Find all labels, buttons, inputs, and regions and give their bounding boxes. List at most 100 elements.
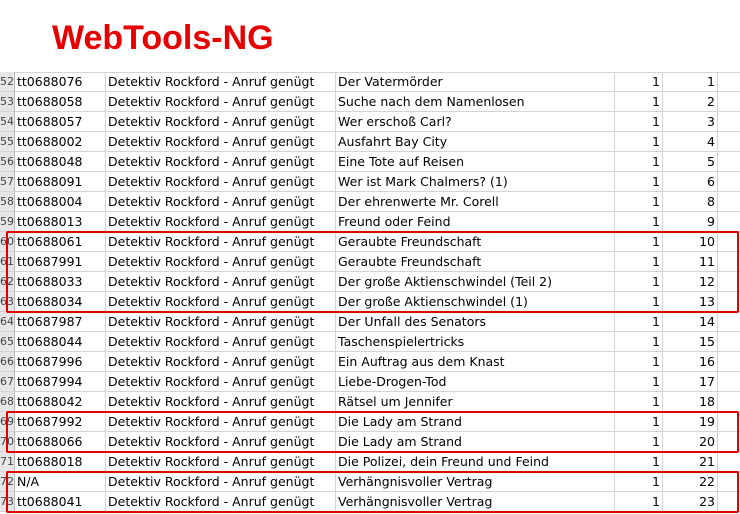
episode-number-cell[interactable]: 14 [663, 312, 718, 332]
episode-title-cell[interactable]: Wer erschoß Carl? [336, 112, 615, 132]
episode-number-cell[interactable]: 12 [663, 272, 718, 292]
episode-title-cell[interactable]: Verhängnisvoller Vertrag [336, 472, 615, 492]
episode-number-cell[interactable]: 8 [663, 192, 718, 212]
episode-number-cell[interactable]: 2 [663, 92, 718, 112]
season-cell[interactable]: 1 [615, 352, 663, 372]
empty-cell[interactable] [718, 252, 740, 272]
episode-title-cell[interactable]: Der Vatermörder [336, 72, 615, 92]
episode-title-cell[interactable]: Die Lady am Strand [336, 432, 615, 452]
season-cell[interactable]: 1 [615, 332, 663, 352]
imdb-id-cell[interactable]: tt0687987 [15, 312, 106, 332]
empty-cell[interactable] [718, 272, 740, 292]
row-number-cell[interactable]: 69 [0, 412, 15, 432]
series-title-cell[interactable]: Detektiv Rockford - Anruf genügt [106, 272, 336, 292]
series-title-cell[interactable]: Detektiv Rockford - Anruf genügt [106, 112, 336, 132]
imdb-id-cell[interactable]: tt0688033 [15, 272, 106, 292]
episode-title-cell[interactable]: Verhängnisvoller Vertrag [336, 492, 615, 512]
empty-cell[interactable] [718, 372, 740, 392]
empty-cell[interactable] [718, 492, 740, 512]
imdb-id-cell[interactable]: tt0688048 [15, 152, 106, 172]
series-title-cell[interactable]: Detektiv Rockford - Anruf genügt [106, 292, 336, 312]
series-title-cell[interactable]: Detektiv Rockford - Anruf genügt [106, 152, 336, 172]
season-cell[interactable]: 1 [615, 452, 663, 472]
imdb-id-cell[interactable]: tt0687994 [15, 372, 106, 392]
empty-cell[interactable] [718, 152, 740, 172]
season-cell[interactable]: 1 [615, 412, 663, 432]
imdb-id-cell[interactable]: tt0688018 [15, 452, 106, 472]
episode-number-cell[interactable]: 6 [663, 172, 718, 192]
imdb-id-cell[interactable]: tt0688034 [15, 292, 106, 312]
empty-cell[interactable] [718, 352, 740, 372]
season-cell[interactable]: 1 [615, 212, 663, 232]
season-cell[interactable]: 1 [615, 192, 663, 212]
empty-cell[interactable] [718, 112, 740, 132]
series-title-cell[interactable]: Detektiv Rockford - Anruf genügt [106, 132, 336, 152]
episode-title-cell[interactable]: Der große Aktienschwindel (1) [336, 292, 615, 312]
season-cell[interactable]: 1 [615, 292, 663, 312]
series-title-cell[interactable]: Detektiv Rockford - Anruf genügt [106, 392, 336, 412]
imdb-id-cell[interactable]: tt0687996 [15, 352, 106, 372]
episode-title-cell[interactable]: Der große Aktienschwindel (Teil 2) [336, 272, 615, 292]
imdb-id-cell[interactable]: tt0687991 [15, 252, 106, 272]
imdb-id-cell[interactable]: tt0688066 [15, 432, 106, 452]
imdb-id-cell[interactable]: tt0688041 [15, 492, 106, 512]
episode-title-cell[interactable]: Die Polizei, dein Freund und Feind [336, 452, 615, 472]
episode-number-cell[interactable]: 15 [663, 332, 718, 352]
empty-cell[interactable] [718, 92, 740, 112]
series-title-cell[interactable]: Detektiv Rockford - Anruf genügt [106, 412, 336, 432]
row-number-cell[interactable]: 66 [0, 352, 15, 372]
episode-title-cell[interactable]: Ein Auftrag aus dem Knast [336, 352, 615, 372]
episode-number-cell[interactable]: 20 [663, 432, 718, 452]
empty-cell[interactable] [718, 72, 740, 92]
empty-cell[interactable] [718, 212, 740, 232]
row-number-cell[interactable]: 71 [0, 452, 15, 472]
season-cell[interactable]: 1 [615, 472, 663, 492]
imdb-id-cell[interactable]: N/A [15, 472, 106, 492]
episode-title-cell[interactable]: Wer ist Mark Chalmers? (1) [336, 172, 615, 192]
series-title-cell[interactable]: Detektiv Rockford - Anruf genügt [106, 452, 336, 472]
series-title-cell[interactable]: Detektiv Rockford - Anruf genügt [106, 472, 336, 492]
row-number-cell[interactable]: 73 [0, 492, 15, 512]
episode-title-cell[interactable]: Ausfahrt Bay City [336, 132, 615, 152]
row-number-cell[interactable]: 59 [0, 212, 15, 232]
imdb-id-cell[interactable]: tt0688057 [15, 112, 106, 132]
imdb-id-cell[interactable]: tt0688004 [15, 192, 106, 212]
episode-number-cell[interactable]: 10 [663, 232, 718, 252]
episode-title-cell[interactable]: Rätsel um Jennifer [336, 392, 615, 412]
row-number-cell[interactable]: 56 [0, 152, 15, 172]
series-title-cell[interactable]: Detektiv Rockford - Anruf genügt [106, 432, 336, 452]
imdb-id-cell[interactable]: tt0688042 [15, 392, 106, 412]
episode-number-cell[interactable]: 4 [663, 132, 718, 152]
imdb-id-cell[interactable]: tt0688076 [15, 72, 106, 92]
imdb-id-cell[interactable]: tt0688002 [15, 132, 106, 152]
season-cell[interactable]: 1 [615, 172, 663, 192]
row-number-cell[interactable]: 64 [0, 312, 15, 332]
series-title-cell[interactable]: Detektiv Rockford - Anruf genügt [106, 192, 336, 212]
row-number-cell[interactable]: 54 [0, 112, 15, 132]
series-title-cell[interactable]: Detektiv Rockford - Anruf genügt [106, 72, 336, 92]
season-cell[interactable]: 1 [615, 232, 663, 252]
series-title-cell[interactable]: Detektiv Rockford - Anruf genügt [106, 212, 336, 232]
episode-title-cell[interactable]: Freund oder Feind [336, 212, 615, 232]
episode-title-cell[interactable]: Der ehrenwerte Mr. Corell [336, 192, 615, 212]
imdb-id-cell[interactable]: tt0688044 [15, 332, 106, 352]
episode-title-cell[interactable]: Liebe-Drogen-Tod [336, 372, 615, 392]
episode-number-cell[interactable]: 5 [663, 152, 718, 172]
season-cell[interactable]: 1 [615, 252, 663, 272]
episode-number-cell[interactable]: 17 [663, 372, 718, 392]
row-number-cell[interactable]: 65 [0, 332, 15, 352]
season-cell[interactable]: 1 [615, 152, 663, 172]
episode-number-cell[interactable]: 9 [663, 212, 718, 232]
season-cell[interactable]: 1 [615, 312, 663, 332]
empty-cell[interactable] [718, 452, 740, 472]
episode-title-cell[interactable]: Die Lady am Strand [336, 412, 615, 432]
episode-number-cell[interactable]: 16 [663, 352, 718, 372]
episode-number-cell[interactable]: 19 [663, 412, 718, 432]
season-cell[interactable]: 1 [615, 132, 663, 152]
season-cell[interactable]: 1 [615, 92, 663, 112]
series-title-cell[interactable]: Detektiv Rockford - Anruf genügt [106, 92, 336, 112]
empty-cell[interactable] [718, 172, 740, 192]
episode-number-cell[interactable]: 3 [663, 112, 718, 132]
row-number-cell[interactable]: 67 [0, 372, 15, 392]
empty-cell[interactable] [718, 132, 740, 152]
